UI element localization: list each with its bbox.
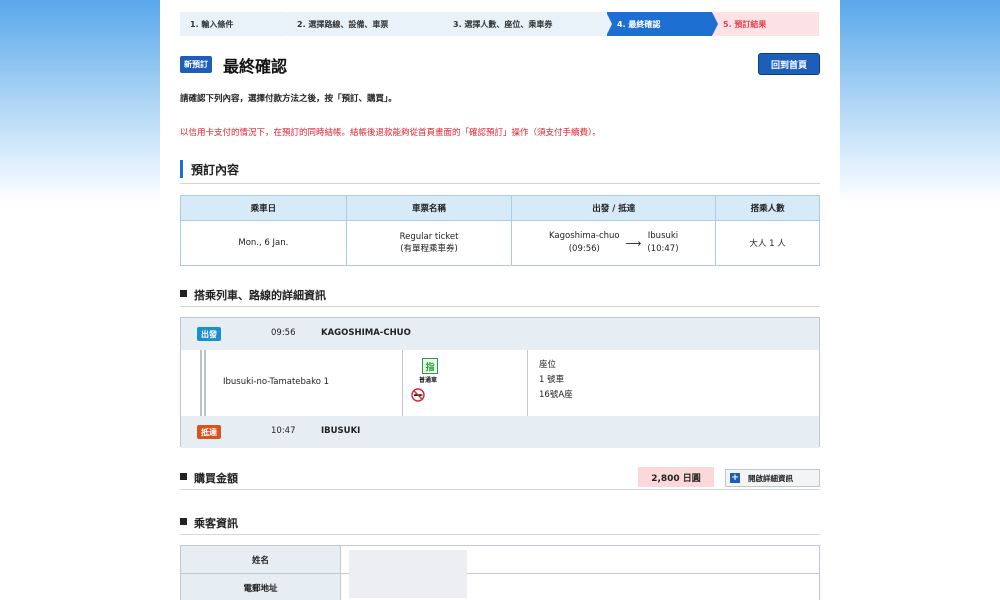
train-details-section-header: 搭乘列車、路線的詳細資訊 <box>180 287 820 307</box>
train-details-panel: 出發 09:56 KAGOSHIMA-CHUO Ibusuki-no-Tamat… <box>180 317 820 448</box>
train-class: 普通車 <box>419 377 438 384</box>
plus-icon: + <box>730 473 740 483</box>
redacted-email <box>349 574 467 598</box>
travel-date: Mon., 6 Jan. <box>180 220 347 266</box>
route-line <box>200 350 202 416</box>
departure-station: KAGOSHIMA-CHUO <box>321 328 411 338</box>
email-value <box>340 573 820 600</box>
from-time: (09:56) <box>568 244 600 254</box>
train-details-title: 搭乘列車、路線的詳細資訊 <box>194 289 326 302</box>
name-label: 姓名 <box>180 545 341 574</box>
car-number: 1 號車 <box>539 375 565 385</box>
progress-steps: 1. 輸入條件 2. 選擇路線、設備、車票 3. 選擇人數、座位、乘車券 4. … <box>180 12 820 36</box>
reservation-section-title: 預訂內容 <box>191 163 240 177</box>
to-station: Ibusuki <box>647 231 679 241</box>
step-select-passengers: 3. 選擇人數、座位、乘車券 <box>443 12 612 36</box>
from-station: Kagoshima-chuo <box>549 231 620 241</box>
ticket-name-line1: Regular ticket <box>399 232 459 242</box>
open-details-button[interactable]: + 開啟詳細資訊 <box>725 469 820 487</box>
passenger-count: 大人 1 人 <box>715 220 820 266</box>
step-input-conditions: 1. 輸入條件 <box>180 12 292 36</box>
col-ticket-name: 車票名稱 <box>345 195 513 221</box>
purchase-amount: 2,800 日圓 <box>638 467 714 487</box>
name-value <box>340 545 820 574</box>
no-smoking-icon <box>411 388 425 402</box>
seat-number: 16號A座 <box>539 390 573 400</box>
purchase-section-header: 購買金額 <box>180 470 820 490</box>
reservation-section-header: 預訂內容 <box>180 160 820 184</box>
arrival-row: 抵達 10:47 IBUSUKI <box>181 416 819 448</box>
passenger-section-header: 乘客資訊 <box>180 515 820 535</box>
instruction-text: 請確認下列內容，選擇付款方法之後，按「預訂、購買」。 <box>180 94 397 104</box>
train-facilities-cell: 指 普通車 <box>403 350 528 416</box>
section-accent-bar <box>180 160 183 178</box>
new-reservation-badge: 新預訂 <box>180 56 212 73</box>
section-square-icon <box>180 473 187 480</box>
table-row: Mon., 6 Jan. Regular ticket (有單程乘車券) Kag… <box>180 220 820 266</box>
to-time: (10:47) <box>647 244 679 254</box>
reservation-table: 乘車日 車票名稱 出發 / 抵達 搭乘人數 Mon., 6 Jan. Regul… <box>180 195 820 266</box>
ticket-name: Regular ticket (有單程乘車券) <box>345 220 513 266</box>
departure-row: 出發 09:56 KAGOSHIMA-CHUO <box>181 318 819 350</box>
arrival-station: IBUSUKI <box>321 426 361 436</box>
table-row: 姓名 <box>180 545 820 574</box>
step-select-route: 2. 選擇路線、設備、車票 <box>287 12 448 36</box>
seat-label: 座位 <box>539 360 557 370</box>
col-date: 乘車日 <box>180 195 347 221</box>
departure-time: 09:56 <box>271 328 296 338</box>
col-route: 出發 / 抵達 <box>511 195 717 221</box>
step-final-confirm: 4. 最終確認 <box>607 12 718 36</box>
table-row: 電郵地址 <box>180 573 820 600</box>
page-title: 最終確認 <box>223 57 288 76</box>
seat-info: 座位 1 號車 16號A座 <box>539 358 573 403</box>
ticket-name-line2: (有單程乘車券) <box>400 244 458 254</box>
credit-card-warning: 以信用卡支付的情況下，在預訂的同時結帳。結帳後退款能夠從首頁畫面的「確認預訂」操… <box>180 128 601 138</box>
reserved-seat-icon: 指 <box>422 358 438 374</box>
train-name: Ibusuki-no-Tamatebako 1 <box>223 377 330 387</box>
train-segment: Ibusuki-no-Tamatebako 1 指 普通車 座位 1 號車 16… <box>181 350 819 416</box>
section-square-icon <box>180 518 187 525</box>
route-arrow-icon: ⟶ <box>625 236 642 250</box>
redacted-name <box>349 550 467 574</box>
section-square-icon <box>180 290 187 297</box>
email-label: 電郵地址 <box>180 573 341 600</box>
main-page: 1. 輸入條件 2. 選擇路線、設備、車票 3. 選擇人數、座位、乘車券 4. … <box>160 0 840 600</box>
passenger-title: 乘客資訊 <box>194 517 238 530</box>
step-result: 5. 預訂結果 <box>713 12 820 36</box>
open-details-label: 開啟詳細資訊 <box>748 473 793 483</box>
table-header-row: 乘車日 車票名稱 出發 / 抵達 搭乘人數 <box>180 195 820 221</box>
train-name-cell: Ibusuki-no-Tamatebako 1 <box>206 350 403 416</box>
back-to-home-button[interactable]: 回到首頁 <box>759 54 819 74</box>
departure-tag: 出發 <box>197 327 221 341</box>
purchase-title: 購買金額 <box>194 472 238 485</box>
passenger-info-table: 姓名 電郵地址 <box>180 545 820 600</box>
col-passengers: 搭乘人數 <box>715 195 820 221</box>
route-cell: Kagoshima-chuo (09:56) ⟶ Ibusuki (10:47) <box>511 220 717 266</box>
arrival-time: 10:47 <box>271 426 296 436</box>
arrival-tag: 抵達 <box>197 425 221 439</box>
